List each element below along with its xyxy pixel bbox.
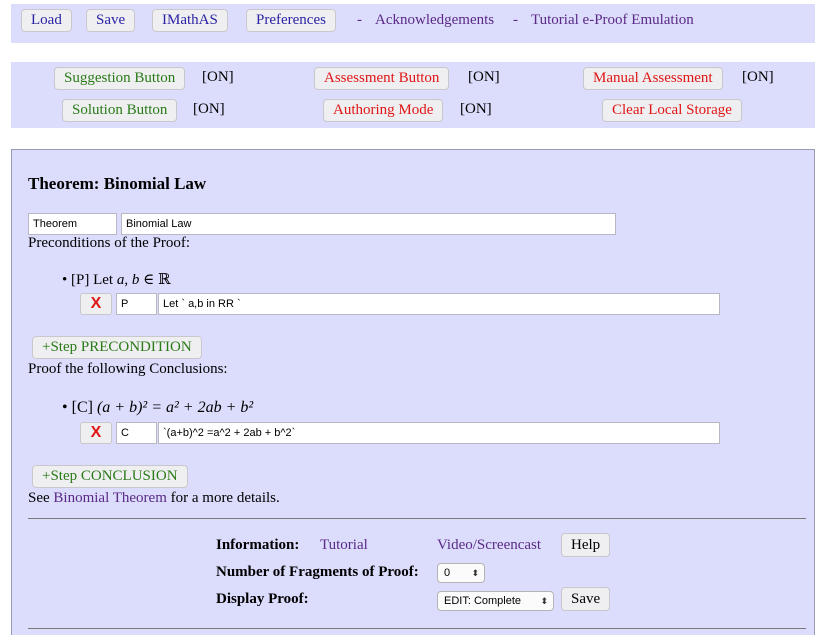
video-screencast-link[interactable]: Video/Screencast [437,537,541,554]
suggestion-button[interactable]: Suggestion Button [54,67,186,90]
chevron-updown-icon: ⬍ [471,568,479,578]
theorem-name-input[interactable] [121,213,616,235]
conclusion-expression-input[interactable] [158,422,720,444]
conclusion-tag: [C] [71,399,97,416]
authoring-mode-button[interactable]: Authoring Mode [323,99,444,122]
divider [28,518,806,519]
bullet: • [62,399,68,416]
conclusion-formula: (a + b)² = a² + 2ab + b² [96,399,254,416]
divider [28,628,806,629]
precondition-id-input[interactable] [116,293,157,315]
manual-assessment-button[interactable]: Manual Assessment [583,67,723,90]
manual-assessment-state: [ON] [742,69,774,85]
top-toolbar: Load Save IMathAS Preferences - Acknowle… [11,4,815,43]
assessment-state: [ON] [468,69,500,85]
tutorial-link[interactable]: Tutorial [320,537,368,554]
delete-precondition-button[interactable]: X [80,293,112,315]
theorem-type-input[interactable] [28,213,117,235]
tutorial-emulation-link[interactable]: Tutorial e-Proof Emulation [531,12,694,29]
display-proof-value: EDIT: Complete [444,595,522,607]
bullet: • [62,272,68,288]
see-prefix: See [28,490,54,506]
see-suffix: for a more details. [166,490,280,506]
load-button[interactable]: Load [21,9,72,32]
preconditions-label: Preconditions of the Proof: [28,235,191,251]
fragments-select[interactable]: 0 ⬍ [437,563,485,583]
save-display-button[interactable]: Save [561,587,611,611]
math-reals: ℝ [157,272,171,288]
precondition-expression-input[interactable] [158,293,720,315]
fragments-value: 0 [444,567,451,579]
separator: - [513,12,518,28]
see-also-text: See Binomial Theorem for a more details. [28,490,280,507]
clear-local-storage-button[interactable]: Clear Local Storage [602,99,742,122]
solution-state: [ON] [193,101,225,117]
mode-bar: Suggestion Button [ON] Assessment Button… [11,62,815,128]
math-element-of: ∈ [139,272,158,288]
conclusion-item: • [C] (a + b)² = a² + 2ab + b² [62,399,253,417]
solution-button[interactable]: Solution Button [62,99,178,122]
imathas-button[interactable]: IMathAS [152,9,228,32]
binomial-theorem-link[interactable]: Binomial Theorem [53,490,166,506]
preferences-button[interactable]: Preferences [246,9,336,32]
display-proof-select[interactable]: EDIT: Complete ⬍ [437,591,554,611]
theorem-heading: Theorem: Binomial Law [28,174,207,193]
add-precondition-button[interactable]: +Step PRECONDITION [32,336,202,359]
conclusion-id-input[interactable] [116,422,157,444]
add-conclusion-button[interactable]: +Step CONCLUSION [32,465,188,488]
conclusions-label: Proof the following Conclusions: [28,361,228,377]
help-button[interactable]: Help [561,533,611,557]
display-proof-label: Display Proof: [216,591,309,607]
precondition-tag: [P] Let [71,272,117,288]
separator: - [357,12,362,28]
precondition-item: • [P] Let a, b ∈ ℝ [62,270,170,289]
save-button[interactable]: Save [86,9,136,32]
chevron-updown-icon: ⬍ [540,596,548,606]
math-comma: , [124,272,132,288]
delete-conclusion-button[interactable]: X [80,422,112,444]
acknowledgements-link[interactable]: Acknowledgements [375,12,494,29]
suggestion-state: [ON] [202,69,234,85]
information-label: Information: [216,537,300,553]
assessment-button[interactable]: Assessment Button [314,67,450,90]
fragments-label: Number of Fragments of Proof: [216,564,419,580]
authoring-state: [ON] [460,101,492,117]
